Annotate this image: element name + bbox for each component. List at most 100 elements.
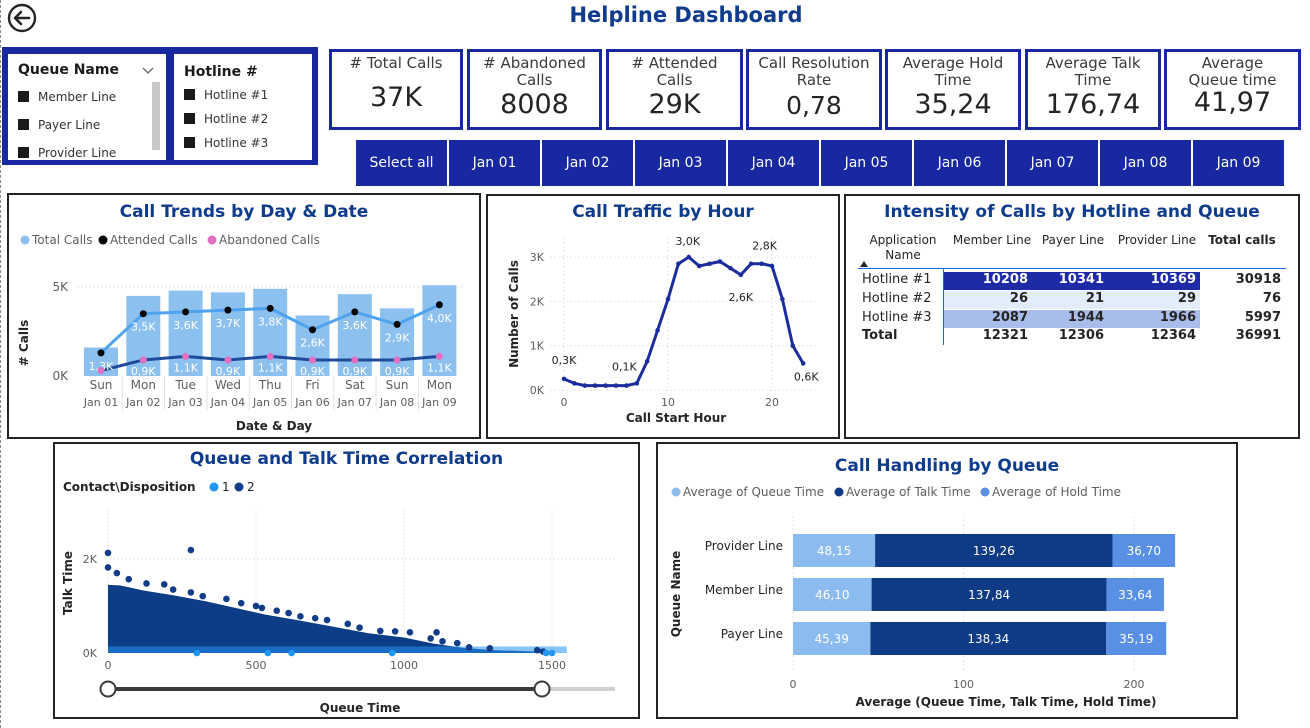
bar-data-label: 137,84 — [968, 588, 1010, 602]
call-trends-chart[interactable]: Total Calls Attended Calls Abandoned Calls… — [9, 195, 479, 437]
category-label: Provider Line — [705, 539, 783, 553]
matrix-header-total-calls[interactable]: Total calls — [1206, 233, 1278, 247]
scatter-point — [311, 614, 319, 622]
matrix-total-cell[interactable]: 12364 — [1108, 328, 1200, 343]
matrix-cell[interactable]: 10369 — [1108, 272, 1200, 290]
legend-label: Total Calls — [31, 233, 93, 247]
matrix-header-application-name[interactable]: Application Name — [861, 233, 945, 263]
matrix-total-cell[interactable]: 5997 — [1204, 310, 1281, 328]
traffic-point — [759, 261, 764, 267]
call-traffic-chart[interactable]: 0K 1K 2K 3K 0 10 20 Number of Calls Call Start H… — [488, 196, 838, 437]
x-tick-day: Tue — [174, 378, 196, 392]
x-tick-label: 10 — [661, 396, 675, 409]
date-button-jan-05[interactable]: Jan 05 — [821, 140, 912, 186]
slicer-item-provider-line[interactable]: Provider Line — [18, 146, 116, 160]
date-button-jan-06[interactable]: Jan 06 — [914, 140, 1005, 186]
slicer-item-member-line[interactable]: Member Line — [18, 90, 116, 104]
intensity-matrix-panel: Intensity of Calls by Hotline and Queue … — [844, 194, 1300, 439]
matrix-total-cell[interactable]: 12306 — [1032, 328, 1108, 343]
abandoned-calls-point — [224, 356, 232, 364]
traffic-point — [655, 327, 660, 333]
legend-marker-icon — [671, 487, 681, 497]
attended-calls-point — [224, 306, 232, 314]
bar-data-label: 48,15 — [817, 544, 851, 558]
chevron-down-icon[interactable] — [142, 67, 154, 75]
queue-name-slicer-label: Queue Name — [18, 62, 119, 78]
matrix-cell[interactable]: 2087 — [944, 310, 1032, 328]
date-button-jan-07[interactable]: Jan 07 — [1007, 140, 1098, 186]
date-button-select-all[interactable]: Select all — [356, 140, 447, 186]
matrix-total-cell[interactable]: 30918 — [1204, 272, 1281, 290]
date-button-jan-04[interactable]: Jan 04 — [728, 140, 819, 186]
call-handling-panel: Call Handling by Queue Average of Queue … — [656, 442, 1238, 719]
attended-data-label: 3,5K — [131, 321, 156, 334]
scatter-point — [193, 649, 201, 657]
attended-calls-point — [435, 301, 443, 309]
slicer-item-hotline-3[interactable]: Hotline #3 — [184, 136, 268, 150]
hotline-slicer[interactable]: Hotline # Hotline #1 Hotline #2 Hotline … — [174, 54, 312, 160]
legend-label: Average of Talk Time — [846, 485, 971, 499]
traffic-data-label: 0,1K — [612, 361, 637, 374]
date-button-jan-09[interactable]: Jan 09 — [1193, 140, 1284, 186]
sort-ascending-icon[interactable] — [860, 261, 868, 267]
checkbox-icon[interactable] — [184, 137, 195, 148]
kpi-label: Call Resolution Rate — [758, 54, 870, 89]
matrix-cell[interactable]: 10341 — [1032, 272, 1108, 290]
matrix-header-member-line[interactable]: Member Line — [948, 233, 1036, 247]
correlation-chart[interactable]: Contact\Disposition 1 2 0K 2K 0 500 1000 1500 Tal… — [55, 444, 638, 717]
date-button-jan-08[interactable]: Jan 08 — [1100, 140, 1191, 186]
matrix-cell[interactable]: 1966 — [1108, 310, 1200, 328]
queue-name-slicer[interactable]: Queue Name Member Line Payer Line Provid… — [8, 54, 166, 160]
matrix-cell[interactable]: 10208 — [944, 272, 1032, 290]
matrix-total-cell[interactable]: 12321 — [944, 328, 1032, 343]
matrix-row-label-hotline-3[interactable]: Hotline #3 — [862, 310, 932, 325]
checkbox-icon[interactable] — [184, 113, 195, 124]
matrix-cell[interactable]: 1944 — [1032, 310, 1108, 328]
matrix-cell[interactable]: 29 — [1108, 291, 1200, 309]
x-tick-date: Jan 07 — [337, 396, 372, 409]
x-axis-label: Queue Time — [320, 701, 401, 715]
matrix-header-payer-line[interactable]: Payer Line — [1038, 233, 1108, 247]
legend-label: 2 — [247, 480, 255, 494]
checkbox-icon[interactable] — [18, 147, 29, 158]
matrix-header-divider — [858, 268, 1286, 269]
date-button-jan-02[interactable]: Jan 02 — [542, 140, 633, 186]
scatter-point — [125, 575, 133, 583]
slicer-item-hotline-2[interactable]: Hotline #2 — [184, 112, 268, 126]
scatter-point — [113, 569, 121, 577]
matrix-cell[interactable]: 26 — [944, 291, 1032, 309]
call-handling-chart[interactable]: Average of Queue Time Average of Talk Tim… — [658, 444, 1236, 717]
abandoned-calls-point — [309, 356, 316, 364]
range-slider-max-handle[interactable] — [533, 680, 551, 698]
matrix-row-label-hotline-1[interactable]: Hotline #1 — [862, 272, 932, 287]
scatter-point — [356, 624, 363, 631]
matrix-row-label-hotline-2[interactable]: Hotline #2 — [862, 291, 932, 306]
traffic-point — [738, 272, 744, 278]
date-button-jan-01[interactable]: Jan 01 — [449, 140, 540, 186]
slicer-item-hotline-1[interactable]: Hotline #1 — [184, 88, 268, 102]
matrix-grand-total-cell[interactable]: 36991 — [1204, 328, 1281, 343]
range-slider-min-handle[interactable] — [99, 680, 117, 698]
matrix-total-cell[interactable]: 76 — [1204, 291, 1281, 309]
bar-total-calls — [337, 294, 372, 376]
slicer-scrollbar[interactable] — [152, 82, 160, 150]
checkbox-icon[interactable] — [18, 119, 29, 130]
legend-marker-icon — [20, 235, 30, 245]
scatter-point — [533, 646, 541, 654]
scatter-point-cloud-queue — [108, 646, 567, 653]
checkbox-icon[interactable] — [18, 91, 29, 102]
slicer-item-payer-line[interactable]: Payer Line — [18, 118, 100, 132]
date-button-jan-03[interactable]: Jan 03 — [635, 140, 726, 186]
x-tick-label: 0 — [105, 659, 112, 672]
kpi-attended-calls: # Attended Calls 29K — [606, 49, 743, 130]
attended-calls-point — [97, 349, 105, 357]
matrix-cell[interactable]: 21 — [1032, 291, 1108, 309]
traffic-point — [624, 383, 629, 388]
kpi-label: # Total Calls — [349, 54, 443, 72]
checkbox-icon[interactable] — [184, 89, 195, 100]
kpi-call-resolution-rate: Call Resolution Rate 0,78 — [746, 49, 882, 130]
matrix-header-provider-line[interactable]: Provider Line — [1112, 233, 1202, 247]
legend-marker-icon — [834, 487, 844, 497]
scatter-point — [273, 607, 281, 614]
y-tick-label: 0K — [52, 369, 69, 383]
